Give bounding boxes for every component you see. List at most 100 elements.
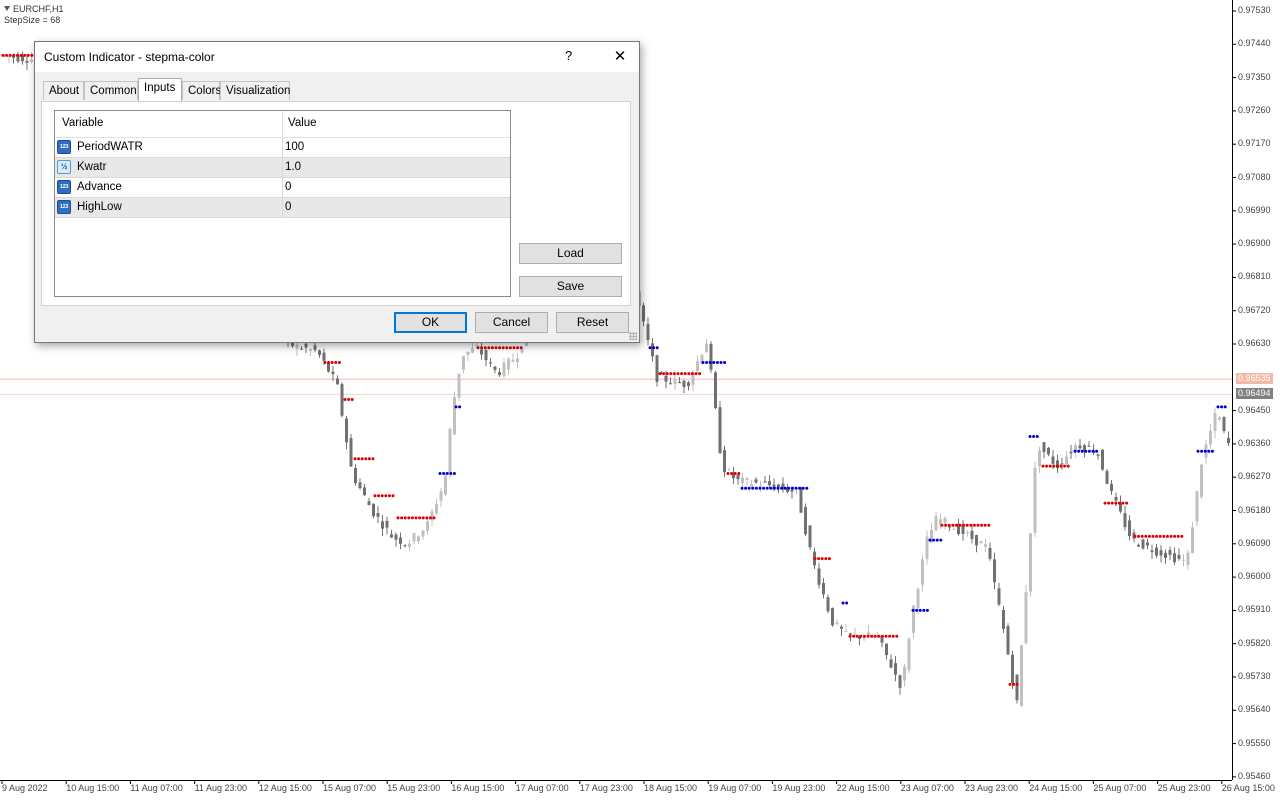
stepma-dot xyxy=(387,494,391,498)
stepma-dot xyxy=(880,634,884,638)
stepma-dot xyxy=(1045,464,1049,468)
stepma-dot xyxy=(801,486,805,490)
stepma-dot xyxy=(772,486,776,490)
stepma-dot xyxy=(432,516,436,520)
column-header-variable[interactable]: Variable xyxy=(62,117,103,129)
dialog-title: Custom Indicator - stepma-color xyxy=(44,50,215,64)
candle-body xyxy=(444,475,447,495)
candle-body xyxy=(345,418,348,443)
stepma-dot xyxy=(1,53,5,57)
candle-body xyxy=(696,361,699,371)
candle-body xyxy=(669,383,672,385)
stepma-dot xyxy=(780,486,784,490)
time-tick-label: 10 Aug 15:00 xyxy=(66,783,120,793)
help-icon[interactable]: ? xyxy=(565,48,575,63)
candle-body xyxy=(849,633,852,635)
candle-body xyxy=(1218,417,1221,420)
stepma-dot xyxy=(330,361,334,364)
candle-body xyxy=(502,362,506,376)
candle-body xyxy=(1051,456,1055,464)
stepma-dot xyxy=(911,608,915,612)
column-divider[interactable] xyxy=(282,111,283,137)
candle-body xyxy=(417,536,420,542)
candle-body xyxy=(1087,445,1091,447)
close-icon[interactable]: ✕ xyxy=(601,42,639,72)
variable-value[interactable]: 0 xyxy=(285,201,291,213)
table-row[interactable]: 123 HighLow 0 xyxy=(55,198,510,218)
stepma-dot xyxy=(765,486,769,490)
stepma-dot xyxy=(665,372,669,376)
stepma-dot xyxy=(737,472,741,475)
time-tick-label: 11 Aug 07:00 xyxy=(130,783,183,793)
candle-body xyxy=(511,359,515,362)
stepma-dot xyxy=(1107,501,1111,505)
variable-value[interactable]: 1.0 xyxy=(285,161,301,173)
double-type-icon: ½ xyxy=(57,160,71,174)
stepma-dot xyxy=(758,486,762,490)
candle-body xyxy=(826,597,830,612)
indicator-label: StepSize = 68 xyxy=(4,15,61,25)
candle-body xyxy=(993,559,996,583)
stepma-dot xyxy=(698,372,702,376)
stepma-dot xyxy=(1121,501,1125,505)
candle-body xyxy=(808,525,812,548)
stepma-dot xyxy=(449,472,453,475)
inputs-panel: Variable Value 123 PeriodWATR 100 ½ Kwat… xyxy=(41,101,631,306)
stepma-dot xyxy=(962,523,966,527)
tab-inputs[interactable]: Inputs xyxy=(138,78,182,101)
cancel-button[interactable]: Cancel xyxy=(475,312,548,333)
time-tick-label: 23 Aug 07:00 xyxy=(900,783,954,793)
tab-visualization[interactable]: Visualization xyxy=(220,81,290,100)
column-header-value[interactable]: Value xyxy=(288,117,317,129)
candle-body xyxy=(768,481,771,486)
stepma-dot xyxy=(364,457,368,461)
stepma-dot xyxy=(958,523,962,527)
candle-body xyxy=(1020,645,1023,707)
ok-button[interactable]: OK xyxy=(394,312,467,333)
column-divider xyxy=(282,138,283,158)
stepma-dot xyxy=(347,398,351,401)
load-button[interactable]: Load xyxy=(519,243,622,264)
stepma-dot xyxy=(680,372,684,376)
stepma-dot xyxy=(683,372,687,376)
stepma-dot xyxy=(754,486,758,490)
candle-body xyxy=(1105,471,1109,484)
candle-body xyxy=(966,532,969,534)
price-tick-label: 0.96720 xyxy=(1238,304,1271,315)
stepma-dot xyxy=(400,516,404,520)
candle-body xyxy=(907,638,911,670)
variable-value[interactable]: 100 xyxy=(285,141,304,153)
tab-common[interactable]: Common xyxy=(84,81,138,100)
candle-body xyxy=(687,382,690,386)
candle-body xyxy=(376,513,380,517)
candle-body xyxy=(655,355,659,382)
stepma-dot xyxy=(1207,449,1211,453)
tab-colors[interactable]: Colors xyxy=(182,81,221,100)
candle-body xyxy=(25,60,29,63)
candle-body xyxy=(381,521,384,529)
dialog-titlebar[interactable]: Custom Indicator - stepma-color ? ✕ xyxy=(35,42,639,72)
dropdown-triangle-icon[interactable] xyxy=(4,6,10,11)
price-tick-label: 0.95640 xyxy=(1238,704,1271,715)
time-tick-label: 15 Aug 23:00 xyxy=(387,783,441,793)
reset-button[interactable]: Reset xyxy=(556,312,629,333)
stepma-dot xyxy=(498,346,502,350)
save-button[interactable]: Save xyxy=(519,276,622,297)
candle-body xyxy=(894,663,897,675)
stepma-dot xyxy=(940,523,944,527)
tab-about[interactable]: About xyxy=(43,81,84,100)
candle-body xyxy=(372,503,375,517)
candle-body xyxy=(390,534,393,538)
stepma-dot xyxy=(884,634,888,638)
stepma-dot xyxy=(751,486,755,490)
table-row[interactable]: 123 PeriodWATR 100 xyxy=(55,138,510,158)
stepma-dot xyxy=(1077,449,1081,453)
time-tick-label: 17 Aug 07:00 xyxy=(515,783,569,793)
resize-grip-icon[interactable] xyxy=(629,332,637,340)
variable-value[interactable]: 0 xyxy=(285,181,291,193)
candle-body xyxy=(997,588,1001,605)
price-tick-label: 0.97260 xyxy=(1238,104,1271,115)
table-row[interactable]: 123 Advance 0 xyxy=(55,178,510,198)
table-row[interactable]: ½ Kwatr 1.0 xyxy=(55,158,510,178)
candle-body xyxy=(507,358,510,370)
